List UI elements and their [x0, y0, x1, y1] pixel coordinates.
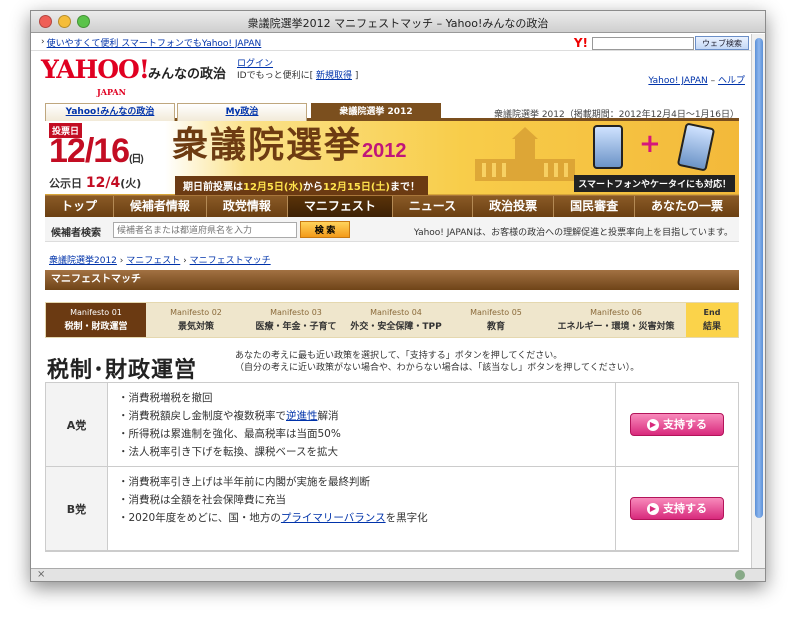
title-bar[interactable]: 衆議院選挙2012 マニフェストマッチ – Yahoo!みんなの政治 [31, 11, 765, 33]
web-search-button[interactable]: ウェブ検索 [695, 36, 749, 50]
theme-title: 税制･財政運営 [47, 358, 198, 383]
play-icon: ▶ [647, 419, 659, 431]
theme-header: 税制･財政運営 あなたの考えに最も近い政策を選択して、「支持する」ボタンを押して… [45, 338, 739, 383]
yahoo-japan-link[interactable]: Yahoo! JAPAN [648, 76, 707, 86]
policy-line: ・消費税率引き上げは半年前に内閣が実施を最終判断 [118, 476, 370, 488]
breadcrumb-separator: › [119, 256, 124, 266]
smartphone-promo-link[interactable]: 使いやすくて便利 スマートフォンでもYahoo! JAPAN [47, 36, 262, 49]
party-policies: ・消費税率引き上げは半年前に内閣が実施を最終判断 ・消費税は全額を社会保障費に充… [108, 467, 616, 550]
step-4: Manifesto 04 外交・安全保障・TPP [350, 308, 442, 332]
plus-icon: + [639, 129, 661, 159]
yahoo-logo[interactable]: YAHOO! JAPAN [41, 57, 150, 97]
arrow-icon: › [41, 37, 45, 47]
play-icon: ▶ [647, 503, 659, 515]
step-2: Manifesto 02 景気対策 [170, 308, 222, 332]
support-button[interactable]: ▶ 支持する [630, 413, 724, 436]
page-content: › 使いやすくて便利 スマートフォンでもYahoo! JAPAN Y! ウェブ検… [31, 34, 753, 570]
step-1: Manifesto 01 税制・財政運営 [46, 303, 146, 337]
tab-period-info: 衆議院選挙 2012（掲載期間：2012年12月4日〜1月16日） [493, 110, 739, 120]
party-name: B党 [46, 467, 108, 550]
tab-minna-no-seiji[interactable]: Yahoo!みんなの政治 [45, 103, 175, 121]
vertical-scrollbar[interactable] [751, 34, 765, 570]
progress-steps: Manifesto 01 税制・財政運営 Manifesto 02 景気対策 Man… [45, 302, 739, 338]
nav-judicial-review[interactable]: 国民審査 [554, 196, 636, 217]
nav-parties[interactable]: 政党情報 [207, 196, 288, 217]
announce-date: 公示日 12/4(火) [49, 175, 142, 191]
login-box: ログイン IDでもっと便利に[ 新規取得 ] [237, 59, 359, 81]
breadcrumb-separator: › [183, 256, 187, 266]
breadcrumb-manifesto-match[interactable]: マニフェストマッチ [190, 256, 271, 266]
nav-top[interactable]: トップ [45, 196, 114, 217]
signup-link[interactable]: 新規取得 [316, 71, 352, 81]
party-policy-table: A党 ・消費税増税を撤回 ・消費税額戻し金制度や複数税率で逆進性解消 ・所得税は… [45, 382, 739, 552]
candidate-search-label: 候補者検索 [51, 228, 101, 239]
section-title: マニフェストマッチ [45, 270, 739, 290]
site-tabs: Yahoo!みんなの政治 My政治 衆議院選挙 2012 衆議院選挙 2012（… [45, 99, 739, 121]
vote-date: 12/16(日) [49, 132, 144, 170]
step-end: End 結果 [686, 303, 738, 337]
election-banner: 投票日 12/16(日) 公示日 12/4(火) 衆議院選挙2012 期日前投票… [45, 121, 739, 195]
party-name: A党 [46, 383, 108, 466]
policy-line: ・消費税増税を撤回 [118, 392, 213, 404]
vote-date-block: 投票日 12/16(日) 公示日 12/4(火) [49, 123, 144, 191]
nav-polls[interactable]: 政治投票 [473, 196, 555, 217]
tab-my-seiji[interactable]: My政治 [177, 103, 307, 121]
breadcrumb: 衆議院選挙2012 › マニフェスト › マニフェストマッチ [45, 242, 739, 270]
tab-election-2012[interactable]: 衆議院選挙 2012 [311, 103, 441, 121]
instructions: あなたの考えに最も近い政策を選択して、「支持する」ボタンを押してください。 （自… [235, 351, 640, 373]
status-icon [735, 570, 745, 580]
window-title: 衆議院選挙2012 マニフェストマッチ – Yahoo!みんなの政治 [247, 17, 549, 30]
browser-window: 衆議院選挙2012 マニフェストマッチ – Yahoo!みんなの政治 › 使いや… [30, 10, 766, 582]
nav-candidates[interactable]: 候補者情報 [114, 196, 207, 217]
promo-strip: › 使いやすくて便利 スマートフォンでもYahoo! JAPAN Y! ウェブ検… [31, 34, 753, 51]
breadcrumb-election[interactable]: 衆議院選挙2012 [49, 256, 117, 266]
status-bar: ⨯ [31, 568, 765, 581]
party-row: A党 ・消費税増税を撤回 ・消費税額戻し金制度や複数税率で逆進性解消 ・所得税は… [46, 383, 738, 467]
yahoo-y-logo-icon: Y! [573, 36, 588, 50]
mission-message: Yahoo! JAPANは、お客様の政治への理解促進と投票率向上を目指しています… [413, 228, 733, 238]
policy-line: ・消費税額戻し金制度や複数税率で逆進性解消 [118, 410, 339, 422]
glossary-link[interactable]: プライマリーバランス [281, 512, 386, 524]
policy-line: ・消費税は全額を社会保障費に充当 [118, 494, 286, 506]
candidate-search-button[interactable]: 検 索 [300, 221, 350, 238]
site-name[interactable]: みんなの政治 [148, 63, 226, 82]
step-5: Manifesto 05 教育 [470, 308, 522, 332]
nav-news[interactable]: ニュース [393, 196, 474, 217]
nav-manifesto[interactable]: マニフェスト [287, 196, 393, 217]
step-6: Manifesto 06 エネルギー・環境・災害対策 [557, 308, 675, 332]
close-icon[interactable]: ⨯ [37, 569, 45, 580]
party-policies: ・消費税増税を撤回 ・消費税額戻し金制度や複数税率で逆進性解消 ・所得税は累進制… [108, 383, 616, 466]
candidate-search-bar: 候補者検索 検 索 Yahoo! JAPANは、お客様の政治への理解促進と投票率… [45, 217, 739, 242]
nav-your-vote[interactable]: あなたの一票 [635, 196, 739, 217]
mobile-support-badge[interactable]: スマートフォンやケータイにも対応！ [574, 175, 735, 192]
early-vote-notice: 期日前投票は12月5日(水)から12月15日(土)まで！ [175, 176, 428, 195]
help-link[interactable]: ヘルプ [718, 76, 745, 86]
step-3: Manifesto 03 医療・年金・子育て [255, 308, 337, 332]
login-link[interactable]: ログイン [237, 59, 273, 69]
banner-title: 衆議院選挙2012 [172, 124, 407, 166]
support-button[interactable]: ▶ 支持する [630, 497, 724, 520]
mobile-promo[interactable]: + [569, 122, 729, 175]
breadcrumb-manifesto[interactable]: マニフェスト [126, 256, 180, 266]
candidate-search-input[interactable] [113, 222, 297, 238]
policy-line: ・所得税は累進制を強化、最高税率は当面50% [118, 428, 341, 440]
smartphone-icon [593, 125, 623, 169]
yahoo-search-box: Y! ウェブ検索 [574, 36, 749, 50]
site-header: YAHOO! JAPAN みんなの政治 ログイン IDでもっと便利に[ 新規取得… [31, 51, 753, 99]
web-search-input[interactable] [592, 36, 694, 50]
feature-phone-icon [676, 122, 716, 172]
policy-line: ・法人税率引き下げを転換、課税ベースを拡大 [118, 446, 338, 458]
header-links: Yahoo! JAPAN – ヘルプ [648, 76, 745, 86]
party-row: B党 ・消費税率引き上げは半年前に内閣が実施を最終判断 ・消費税は全額を社会保障… [46, 467, 738, 551]
glossary-link[interactable]: 逆進性 [286, 410, 318, 422]
policy-line: ・2020年度をめどに、国・地方のプライマリーバランスを黒字化 [118, 512, 428, 524]
main-nav: トップ 候補者情報 政党情報 マニフェスト ニュース 政治投票 国民審査 あなた… [45, 195, 739, 217]
scrollbar-thumb[interactable] [755, 38, 763, 518]
login-text: IDでもっと便利に [237, 71, 310, 81]
diet-building-icon [475, 127, 575, 181]
